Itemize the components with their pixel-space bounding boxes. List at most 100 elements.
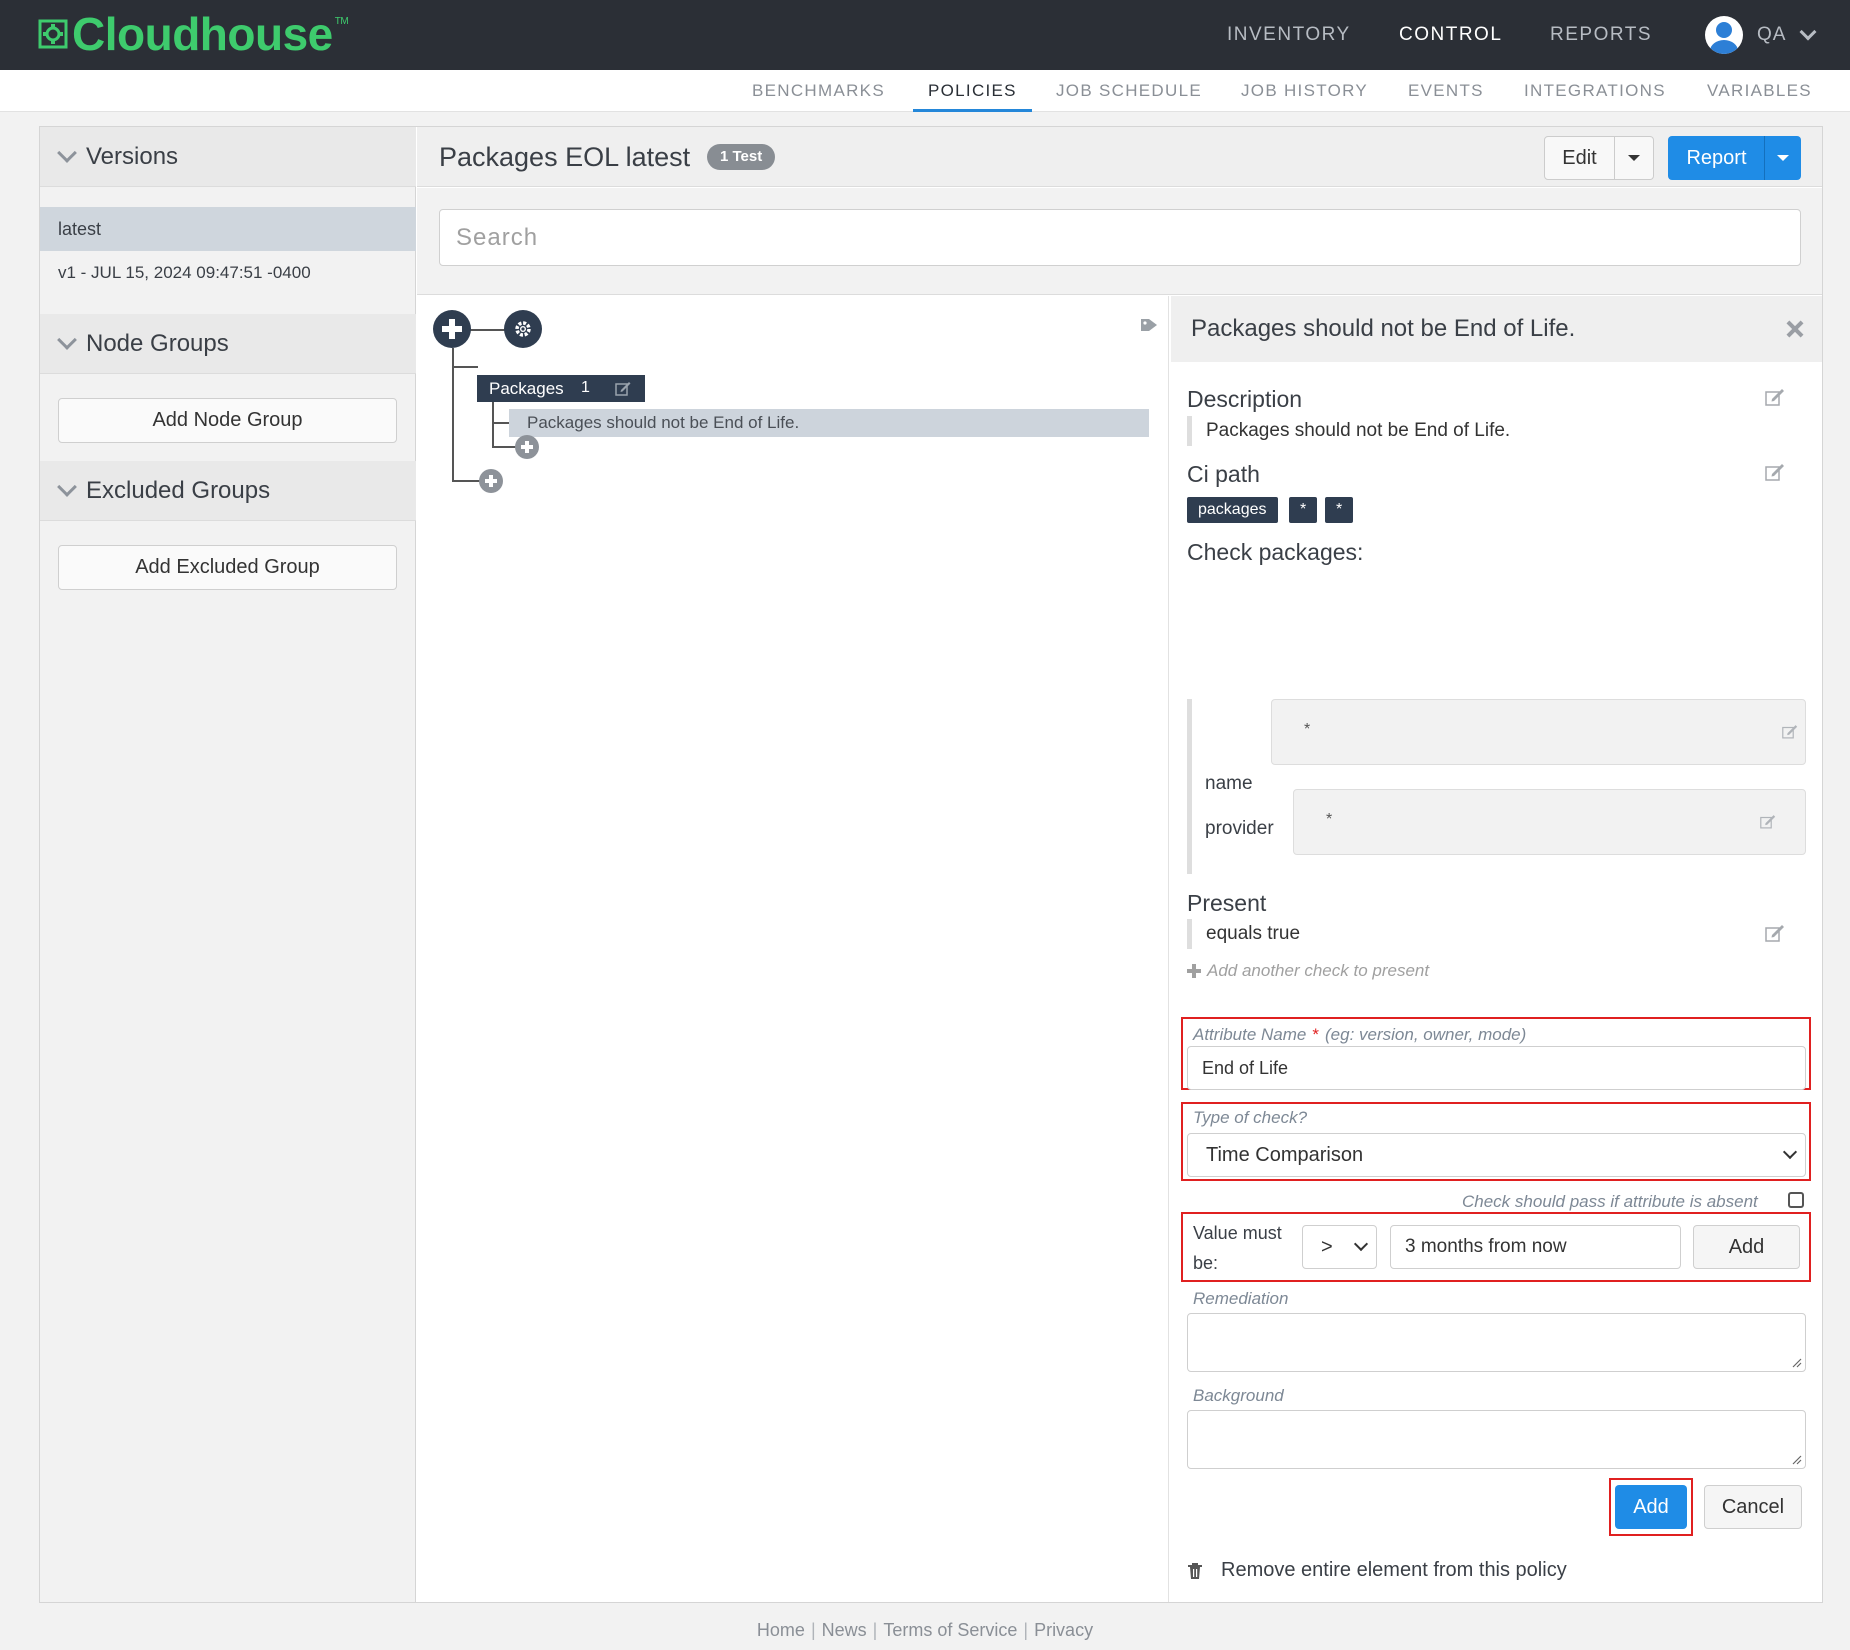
cloudhouse-logo[interactable]: Cloudhouse TM <box>37 8 349 60</box>
cancel-button[interactable]: Cancel <box>1704 1485 1802 1529</box>
footer: Home | News | Terms of Service | Privacy <box>0 1620 1850 1641</box>
check-value-box[interactable]: * <box>1293 789 1806 855</box>
resize-grip-icon[interactable] <box>1792 1358 1802 1368</box>
tree-connector <box>492 402 494 447</box>
node-groups-header[interactable]: Node Groups <box>40 314 416 374</box>
node-label: Packages <box>489 378 564 398</box>
tab-integrations[interactable]: INTEGRATIONS <box>1524 70 1666 112</box>
plus-icon <box>521 441 533 453</box>
page-title: Packages EOL latest <box>439 142 691 172</box>
versions-header[interactable]: Versions <box>40 127 416 187</box>
tree-node-packages[interactable]: Packages 1 <box>477 375 645 402</box>
add-check-button[interactable] <box>515 435 539 459</box>
check-value: * <box>1326 811 1333 828</box>
search-input[interactable] <box>439 209 1801 266</box>
add-excluded-group-button[interactable]: Add Excluded Group <box>58 545 397 590</box>
edit-icon[interactable] <box>1782 724 1798 739</box>
add-another-label: Add another check to present <box>1207 961 1430 980</box>
top-navbar: Cloudhouse TM INVENTORY CONTROL REPORTS … <box>0 0 1850 70</box>
nav-reports[interactable]: REPORTS <box>1550 0 1652 70</box>
add-group-button[interactable] <box>479 469 503 493</box>
ci-path-title: Ci path <box>1187 461 1260 487</box>
present-title: Present <box>1187 890 1267 916</box>
tab-policies[interactable]: POLICIES <box>913 70 1032 112</box>
main-frame: Versions latest v1 - JUL 15, 2024 09:47:… <box>39 126 1823 1603</box>
edit-icon[interactable] <box>1765 924 1785 942</box>
policy-header: Packages EOL latest 1 Test Edit Report <box>417 127 1822 187</box>
ci-path-tag: packages <box>1187 497 1278 523</box>
check-value: * <box>1304 721 1311 738</box>
present-value: equals true <box>1187 919 1300 949</box>
remediation-textarea[interactable] <box>1187 1313 1806 1372</box>
close-icon[interactable] <box>1785 319 1805 339</box>
nav-control[interactable]: CONTROL <box>1399 0 1502 70</box>
node-groups-title: Node Groups <box>86 329 229 357</box>
footer-link-privacy[interactable]: Privacy <box>1034 1620 1093 1640</box>
edit-icon[interactable] <box>615 381 631 396</box>
report-button[interactable]: Report <box>1668 136 1765 180</box>
report-dropdown-button[interactable] <box>1764 136 1801 180</box>
detail-header: Packages should not be End of Life. <box>1171 296 1822 362</box>
plus-icon <box>1187 964 1201 978</box>
tab-events[interactable]: EVENTS <box>1408 70 1484 112</box>
tree-connector <box>452 480 480 482</box>
add-another-check-link[interactable]: Add another check to present <box>1187 961 1429 981</box>
value-input[interactable] <box>1390 1225 1681 1269</box>
detail-panel: Packages should not be End of Life. Desc… <box>1171 296 1822 1602</box>
tag-icon[interactable] <box>1140 318 1158 332</box>
user-menu[interactable]: QA <box>1705 12 1817 58</box>
excluded-groups-header[interactable]: Excluded Groups <box>40 461 416 521</box>
check-key: name <box>1205 773 1253 794</box>
background-textarea[interactable] <box>1187 1410 1806 1469</box>
tab-job-schedule[interactable]: JOB SCHEDULE <box>1056 70 1202 112</box>
attribute-name-input[interactable] <box>1187 1046 1806 1090</box>
edit-icon[interactable] <box>1765 463 1785 481</box>
check-value-box[interactable]: * <box>1271 699 1806 765</box>
ci-path-tag: * <box>1325 497 1354 523</box>
gear-logo-icon <box>38 19 68 49</box>
tree-connector <box>452 366 478 368</box>
edit-icon[interactable] <box>1760 814 1776 829</box>
absent-checkbox[interactable] <box>1788 1192 1804 1208</box>
version-item-latest[interactable]: latest <box>40 207 416 251</box>
tab-job-history[interactable]: JOB HISTORY <box>1241 70 1368 112</box>
add-node-group-button[interactable]: Add Node Group <box>58 398 397 443</box>
remove-element-link[interactable]: Remove entire element from this policy <box>1187 1559 1567 1582</box>
version-item-v1[interactable]: v1 - JUL 15, 2024 09:47:51 -0400 <box>40 251 416 295</box>
value-add-button[interactable]: Add <box>1693 1225 1800 1269</box>
check-key: provider <box>1205 818 1274 839</box>
nav-inventory[interactable]: INVENTORY <box>1227 0 1351 70</box>
caret-down-icon <box>1628 155 1640 161</box>
tab-variables[interactable]: VARIABLES <box>1707 70 1812 112</box>
tree-connector <box>492 422 510 424</box>
edit-dropdown-button[interactable] <box>1614 136 1654 180</box>
background-label: Background <box>1193 1386 1284 1405</box>
search-bar <box>417 188 1822 295</box>
policy-tree: Packages 1 Packages should not be End of… <box>417 296 1169 1602</box>
resize-grip-icon[interactable] <box>1792 1455 1802 1465</box>
brand-name: Cloudhouse <box>72 8 333 60</box>
absent-label: Check should pass if attribute is absent <box>1462 1192 1758 1211</box>
operator-select[interactable]: > <box>1302 1225 1377 1269</box>
footer-separator: | <box>1023 1620 1029 1640</box>
footer-separator: | <box>810 1620 816 1640</box>
chevron-down-icon <box>1799 23 1817 41</box>
tree-rule-item[interactable]: Packages should not be End of Life. <box>509 409 1149 437</box>
edit-icon[interactable] <box>1765 388 1785 406</box>
plus-icon <box>442 319 462 339</box>
operator-value: > <box>1321 1235 1333 1258</box>
add-button[interactable]: Add <box>1615 1485 1687 1529</box>
remove-element-label: Remove entire element from this policy <box>1221 1559 1567 1581</box>
add-root-button[interactable] <box>433 310 471 348</box>
type-of-check-value: Time Comparison <box>1206 1143 1364 1166</box>
check-bar <box>1187 699 1192 874</box>
caret-down-icon <box>1777 155 1789 161</box>
footer-link-terms[interactable]: Terms of Service <box>883 1620 1017 1640</box>
footer-link-news[interactable]: News <box>822 1620 867 1640</box>
attribute-label-text: Attribute Name <box>1193 1025 1307 1044</box>
tab-benchmarks[interactable]: BENCHMARKS <box>752 70 885 112</box>
edit-button[interactable]: Edit <box>1544 136 1615 180</box>
footer-link-home[interactable]: Home <box>757 1620 805 1640</box>
type-of-check-select[interactable]: Time Comparison <box>1187 1133 1806 1177</box>
settings-button[interactable] <box>504 310 542 348</box>
